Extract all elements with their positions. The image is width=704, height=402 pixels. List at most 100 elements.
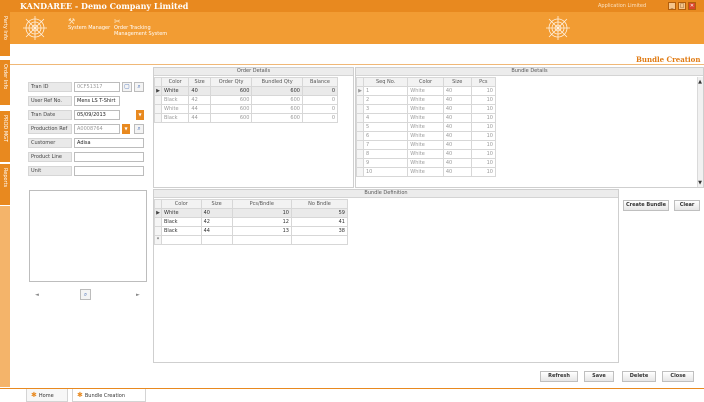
create-bundle-button[interactable]: Create Bundle xyxy=(623,200,669,211)
side-tab-prod-mgt[interactable]: PROD MGT xyxy=(0,111,10,163)
table-cell[interactable] xyxy=(290,235,349,245)
table-row[interactable]: ▶ White 40 10 59 xyxy=(154,208,349,218)
table-cell[interactable] xyxy=(231,235,292,245)
column-header: Size xyxy=(200,199,233,209)
tran-date-field[interactable]: 05/09/2013 xyxy=(74,110,120,120)
table-cell[interactable]: Black xyxy=(161,226,202,236)
table-row[interactable]: 8 White 40 10 xyxy=(356,149,497,159)
user-ref-field[interactable]: Mens LS T-Shirt xyxy=(74,96,120,106)
scroll-up-icon[interactable]: ▲ xyxy=(697,79,703,85)
side-tab-party-info[interactable]: Party Info xyxy=(0,12,10,57)
decor-spiral-icon xyxy=(546,16,570,40)
table-row[interactable]: 4 White 40 10 xyxy=(356,113,497,123)
next-arrow-icon[interactable]: ► xyxy=(136,292,140,298)
column-header: Pcs/Bndle xyxy=(231,199,292,209)
heading-divider xyxy=(10,64,704,65)
tran-id-label: Tran ID xyxy=(28,82,72,92)
tab-home[interactable]: ✱ Home xyxy=(26,389,68,402)
row-selector xyxy=(356,131,364,141)
table-row[interactable]: 6 White 40 10 xyxy=(356,131,497,141)
table-row[interactable]: 2 White 40 10 xyxy=(356,95,497,105)
table-cell: 7 xyxy=(362,140,409,150)
side-tab-order-info[interactable]: Order Info xyxy=(0,60,10,106)
table-row[interactable]: 9 White 40 10 xyxy=(356,158,497,168)
table-cell: White xyxy=(407,95,444,105)
maximize-button[interactable]: □ xyxy=(678,2,686,10)
table-cell: 600 xyxy=(209,113,253,123)
table-row[interactable]: Black 42 600 600 0 xyxy=(154,95,339,105)
table-row[interactable]: Black 44 600 600 0 xyxy=(154,113,339,123)
scroll-down-icon[interactable]: ▼ xyxy=(697,180,703,186)
home-star-icon: ✱ xyxy=(31,391,37,399)
table-cell[interactable] xyxy=(200,235,233,245)
table-cell[interactable] xyxy=(161,235,202,245)
prev-arrow-icon[interactable]: ◄ xyxy=(35,292,39,298)
table-cell[interactable]: White xyxy=(161,208,202,218)
unit-label: Unit xyxy=(28,166,72,176)
table-row[interactable]: Black 42 12 41 xyxy=(154,217,349,227)
image-preview xyxy=(29,190,147,282)
table-cell: 3 xyxy=(362,104,409,114)
new-document-icon[interactable]: ▢ xyxy=(122,82,132,92)
delete-button[interactable]: Delete xyxy=(622,371,656,382)
new-row[interactable]: * xyxy=(154,235,349,245)
customer-field[interactable]: Adisa xyxy=(74,138,144,148)
table-cell[interactable]: 40 xyxy=(200,208,233,218)
table-cell: 9 xyxy=(362,158,409,168)
table-row[interactable]: 3 White 40 10 xyxy=(356,104,497,114)
save-button[interactable]: Save xyxy=(584,371,614,382)
table-row[interactable]: White 44 600 600 0 xyxy=(154,104,339,114)
scissors-icon: ✂ xyxy=(114,17,121,26)
table-cell[interactable]: 42 xyxy=(200,217,233,227)
tab-bundle-creation[interactable]: ✱ Bundle Creation xyxy=(72,389,146,402)
table-cell: 600 xyxy=(209,104,253,114)
table-cell[interactable]: 13 xyxy=(231,226,292,236)
logo-spiral-icon xyxy=(23,16,47,40)
search-icon[interactable]: ⌕ xyxy=(134,82,144,92)
table-row[interactable]: ▶ White 40 600 600 0 xyxy=(154,86,339,96)
row-selector xyxy=(356,140,364,150)
minimize-button[interactable]: _ xyxy=(668,2,676,10)
table-row[interactable]: ▶ 1 White 40 10 xyxy=(356,86,497,96)
module-order-tracking[interactable]: ✂ Order Tracking Management System xyxy=(114,17,180,38)
table-row[interactable]: 10 White 40 10 xyxy=(356,167,497,177)
table-cell[interactable]: Black xyxy=(161,217,202,227)
table-cell[interactable]: 12 xyxy=(231,217,292,227)
table-cell[interactable]: 44 xyxy=(200,226,233,236)
table-cell[interactable]: 59 xyxy=(290,208,349,218)
clear-button[interactable]: Clear xyxy=(674,200,700,211)
zoom-icon[interactable]: ⌕ xyxy=(80,289,91,300)
bundle-details-scrollbar[interactable] xyxy=(697,77,703,187)
column-header: Color xyxy=(407,77,444,87)
table-row[interactable]: 7 White 40 10 xyxy=(356,140,497,150)
product-line-field[interactable] xyxy=(74,152,144,162)
table-row[interactable]: Black 44 13 38 xyxy=(154,226,349,236)
side-tab-label: Reports xyxy=(2,168,8,188)
table-row[interactable]: 5 White 40 10 xyxy=(356,122,497,132)
close-window-button[interactable]: ✕ xyxy=(688,2,696,10)
unit-field[interactable] xyxy=(74,166,144,176)
table-cell: 0 xyxy=(301,113,339,123)
tran-id-field[interactable]: 0CF51317 xyxy=(74,82,120,92)
table-cell[interactable]: 10 xyxy=(231,208,292,218)
refresh-button[interactable]: Refresh xyxy=(540,371,578,382)
side-tab-reports[interactable]: Reports xyxy=(0,164,10,206)
window-right-label: Application Limited xyxy=(598,3,647,9)
table-cell: Black xyxy=(160,113,190,123)
production-ref-field[interactable]: A0008764 xyxy=(74,124,120,134)
table-cell[interactable]: 38 xyxy=(290,226,349,236)
order-details-panel: Order Details Color Size Order Qty Bundl… xyxy=(153,67,354,188)
row-selector xyxy=(356,113,364,123)
production-search-icon[interactable]: ⌕ xyxy=(134,124,144,134)
production-ref-dropdown-icon[interactable]: ▼ xyxy=(122,124,130,134)
table-cell: 600 xyxy=(251,104,303,114)
table-cell: 10 xyxy=(470,95,497,105)
table-cell: White xyxy=(407,122,444,132)
table-cell: 10 xyxy=(470,167,497,177)
module-system-manager[interactable]: ⚒ System Manager xyxy=(68,18,110,32)
bundle-details-panel: Bundle Details Seq No. Color Size Pcs ▶ … xyxy=(355,67,704,188)
date-dropdown-icon[interactable]: ▼ xyxy=(136,110,144,120)
table-cell: 600 xyxy=(209,95,253,105)
table-cell[interactable]: 41 xyxy=(290,217,349,227)
close-button[interactable]: Close xyxy=(662,371,694,382)
